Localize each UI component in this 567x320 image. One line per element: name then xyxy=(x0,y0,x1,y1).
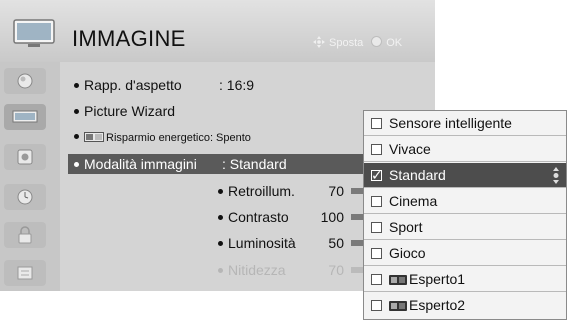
sidebar-item-options[interactable] xyxy=(4,260,46,286)
menu-header: IMMAGINE Sposta OK xyxy=(0,0,435,62)
sidebar-item-lock[interactable] xyxy=(4,222,46,248)
option-gioco[interactable]: Gioco xyxy=(364,241,566,266)
menu-item-picture-wizard[interactable]: Picture Wizard xyxy=(74,101,175,121)
option-esperto2[interactable]: Esperto2 xyxy=(364,293,566,318)
contrast-value: 100 xyxy=(320,209,344,225)
sidebar-item-screen[interactable] xyxy=(4,104,46,130)
page-title: IMMAGINE xyxy=(72,26,186,51)
sidebar-item-audio[interactable] xyxy=(4,144,46,170)
menu-item-energy-saving[interactable]: Risparmio energetico: Spento xyxy=(74,128,251,148)
option-label: Gioco xyxy=(389,245,426,261)
tv-icon xyxy=(13,19,55,47)
checkbox xyxy=(371,248,382,259)
checkbox xyxy=(371,196,382,207)
contrast-label: Contrasto xyxy=(228,209,289,225)
bullet xyxy=(74,162,79,167)
wizard-label: Picture Wizard xyxy=(84,103,176,119)
setting-sharpness[interactable]: Nitidezza 70 xyxy=(218,260,381,280)
backlight-label: Retroillum. xyxy=(228,183,295,199)
option-label: Cinema xyxy=(389,193,438,209)
options-icon xyxy=(17,266,33,280)
checkbox xyxy=(371,274,382,285)
option-label: Standard xyxy=(389,167,446,183)
picture-mode-dropdown: Sensore intelligente Vivace Standard Cin… xyxy=(363,110,567,320)
energy-saving-icon xyxy=(84,132,104,142)
hint-move-label: Sposta xyxy=(329,37,364,49)
option-label: Esperto1 xyxy=(409,271,466,287)
clock-icon xyxy=(17,189,33,205)
bullet xyxy=(74,134,79,139)
picture-mode-value: : Standard xyxy=(222,156,287,172)
option-sport[interactable]: Sport xyxy=(364,215,566,240)
checkbox-checked xyxy=(371,164,383,189)
option-label: Sensore intelligente xyxy=(389,115,512,131)
tv-icon xyxy=(12,110,38,123)
setting-backlight[interactable]: Retroillum. 70 xyxy=(218,181,381,201)
aspect-value: : 16:9 xyxy=(219,77,255,93)
sidebar-item-time[interactable] xyxy=(4,184,46,210)
option-label: Esperto2 xyxy=(409,297,466,313)
menu-item-aspect-ratio[interactable]: Rapp. d'aspetto : 16:9 xyxy=(74,75,254,95)
dpad-icon xyxy=(313,36,325,48)
checkbox xyxy=(371,118,382,129)
option-standard[interactable]: Standard xyxy=(364,163,566,189)
menu-item-picture-mode[interactable]: Modalità immagini : Standard xyxy=(68,154,364,174)
option-vivace[interactable]: Vivace xyxy=(364,137,566,162)
bullet xyxy=(218,215,223,220)
checkbox xyxy=(371,222,382,233)
option-sensore-intelligente[interactable]: Sensore intelligente xyxy=(364,111,566,136)
brightness-label: Luminosità xyxy=(228,235,296,251)
expert-badge-icon xyxy=(389,275,407,285)
speaker-icon xyxy=(17,149,33,165)
bullet xyxy=(74,83,79,88)
picture-mode-label: Modalità immagini xyxy=(84,156,197,172)
bullet xyxy=(218,268,223,273)
option-cinema[interactable]: Cinema xyxy=(364,189,566,214)
bullet xyxy=(218,189,223,194)
expert-badge-icon xyxy=(389,301,407,311)
lock-icon xyxy=(18,226,32,244)
sharpness-value: 70 xyxy=(328,262,344,278)
energy-label: Risparmio energetico xyxy=(106,132,210,144)
checkbox xyxy=(371,144,382,155)
option-esperto1[interactable]: Esperto1 xyxy=(364,267,566,292)
sharpness-label: Nitidezza xyxy=(228,262,286,278)
ok-button-icon xyxy=(371,36,383,47)
bullet xyxy=(218,241,223,246)
backlight-value: 70 xyxy=(328,183,344,199)
picture-icon xyxy=(17,73,33,89)
option-label: Sport xyxy=(389,219,423,235)
category-sidebar xyxy=(0,62,60,291)
brightness-value: 50 xyxy=(328,235,344,251)
key-hint: Sposta OK xyxy=(313,36,402,49)
sidebar-item-picture[interactable] xyxy=(4,68,46,94)
bullet xyxy=(74,109,79,114)
setting-brightness[interactable]: Luminosità 50 xyxy=(218,233,381,253)
hint-ok-label: OK xyxy=(386,37,403,49)
aspect-label: Rapp. d'aspetto xyxy=(84,77,182,93)
setting-contrast[interactable]: Contrasto 100 xyxy=(218,207,381,227)
scroll-arrows-icon xyxy=(553,167,559,184)
checkbox xyxy=(371,300,382,311)
energy-value: : Spento xyxy=(209,132,251,144)
option-label: Vivace xyxy=(389,141,431,157)
